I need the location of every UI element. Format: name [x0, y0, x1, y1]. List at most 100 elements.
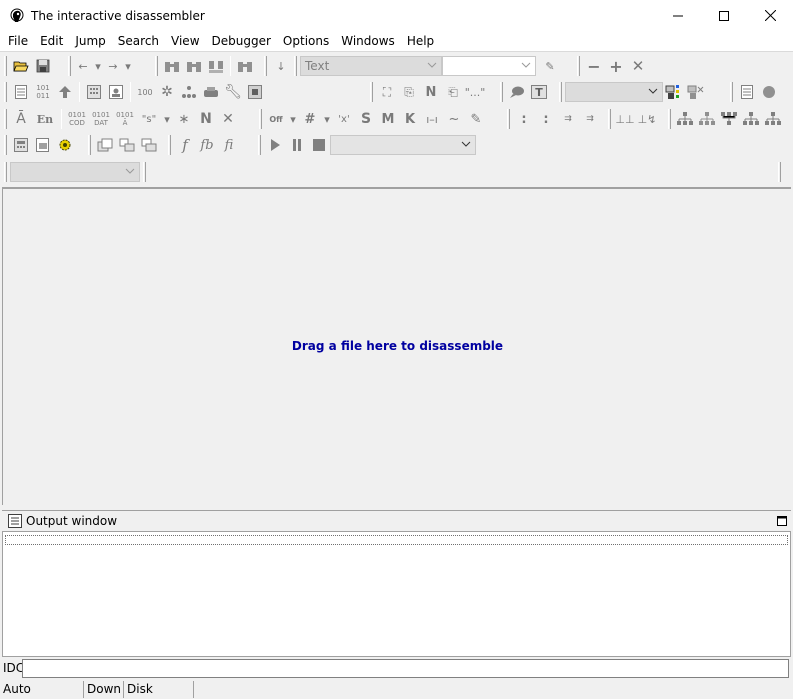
text-view-icon[interactable]	[11, 82, 31, 102]
toolbar-grip[interactable]	[4, 162, 7, 182]
offset-dropdown-icon[interactable]: ▾	[288, 109, 298, 129]
binoculars-binary-icon[interactable]	[206, 56, 226, 76]
graph-view-icon[interactable]	[55, 82, 75, 102]
save-icon[interactable]	[33, 56, 53, 76]
binoculars-text-icon[interactable]	[235, 56, 255, 76]
ungroup-icon[interactable]: ⊥↯	[637, 109, 657, 129]
collapse-array-icon[interactable]: ⇉	[580, 109, 600, 129]
hierarchy-icon[interactable]	[179, 82, 199, 102]
toolbar-grip[interactable]	[730, 82, 733, 102]
name-n-icon[interactable]: N	[196, 109, 216, 129]
number-dropdown-icon[interactable]: ▾	[322, 109, 332, 129]
toolbar-grip[interactable]	[500, 82, 503, 102]
minus-icon[interactable]: −	[584, 56, 604, 76]
string-dropdown-icon[interactable]: ▾	[162, 109, 172, 129]
disassembly-area[interactable]: Drag a file here to disassemble	[2, 187, 791, 505]
user-xrefs-icon[interactable]	[763, 109, 783, 129]
menu-file[interactable]: File	[2, 31, 34, 51]
undefine-icon[interactable]: ∗	[174, 109, 194, 129]
string-literal-icon[interactable]: "s"	[138, 109, 160, 129]
toolbar-grip[interactable]	[577, 56, 580, 76]
menu-help[interactable]: Help	[401, 31, 440, 51]
menu-options[interactable]: Options	[277, 31, 335, 51]
toolbar-resize-grip[interactable]	[143, 162, 146, 182]
address-combo[interactable]	[10, 162, 140, 182]
toolbar-grip[interactable]	[4, 135, 7, 155]
toolbar-grip[interactable]	[294, 56, 297, 76]
bar-chart-icon[interactable]: ⊥⊥	[615, 109, 635, 129]
debugger-detach-icon[interactable]	[686, 82, 706, 102]
image-icon[interactable]	[106, 82, 126, 102]
toolbar-grip[interactable]	[4, 82, 7, 102]
segment-name-combo[interactable]	[442, 56, 536, 76]
idc-command-input[interactable]	[22, 658, 789, 678]
play-icon[interactable]	[265, 135, 285, 155]
jump-down-icon[interactable]: ↓	[271, 56, 291, 76]
toolbar-grip[interactable]	[4, 109, 7, 129]
idc-label[interactable]: IDC	[0, 661, 24, 675]
menu-edit[interactable]: Edit	[34, 31, 69, 51]
toolbar-grip[interactable]	[507, 109, 510, 129]
pause-icon[interactable]	[287, 135, 307, 155]
hex-view-icon[interactable]: 101 011	[33, 82, 53, 102]
structs-icon[interactable]: ⛶	[377, 82, 397, 102]
calculator-small-icon[interactable]	[11, 135, 31, 155]
array-icon[interactable]: 0101 Ā	[114, 109, 136, 129]
cross-refs-icon[interactable]: ✲	[157, 82, 177, 102]
toolbar-grip[interactable]	[168, 135, 171, 155]
forward-dropdown-icon[interactable]: ▾	[123, 56, 133, 76]
flow-chart-icon[interactable]	[675, 109, 695, 129]
signatures-icon[interactable]: ⎗	[443, 82, 463, 102]
stack-k-icon[interactable]: K	[400, 109, 420, 129]
semicolon-colon-icon[interactable]: :	[536, 109, 556, 129]
code-icon[interactable]: 0101 COD	[66, 109, 88, 129]
toolbar-grip[interactable]	[68, 56, 71, 76]
delete-x-icon[interactable]: ✕	[628, 56, 648, 76]
percent-icon[interactable]: 100	[135, 82, 155, 102]
menu-windows[interactable]: Windows	[335, 31, 401, 51]
strings-icon[interactable]: "..."	[465, 82, 486, 102]
enums-icon[interactable]: ⎘	[399, 82, 419, 102]
segment-type-combo[interactable]: Text	[300, 56, 442, 76]
close-button[interactable]	[747, 0, 793, 31]
arrange-windows-icon[interactable]	[139, 135, 159, 155]
calculator-icon[interactable]	[84, 82, 104, 102]
char-icon[interactable]: 'x'	[334, 109, 354, 129]
toolbar-resize-grip[interactable]	[778, 162, 781, 182]
toolbar-grip[interactable]	[608, 109, 611, 129]
edit-pen-icon[interactable]: ✎	[540, 56, 560, 76]
enum-en-icon[interactable]: En	[33, 109, 57, 129]
debugger-process-icon[interactable]	[664, 82, 684, 102]
alignment-icon[interactable]: Ā	[11, 109, 31, 129]
toolbar-grip[interactable]	[370, 82, 373, 102]
stop-square-icon[interactable]	[245, 82, 265, 102]
data-icon[interactable]: 0101 DAT	[90, 109, 112, 129]
negate-icon[interactable]: ı–ı	[422, 109, 442, 129]
segment-s-icon[interactable]: S	[356, 109, 376, 129]
toolbar-grip[interactable]	[155, 56, 158, 76]
debug-target-combo[interactable]	[330, 135, 476, 155]
bitwise-not-icon[interactable]: ~	[444, 109, 464, 129]
names-icon[interactable]: N	[421, 82, 441, 102]
binoculars-next-icon[interactable]	[184, 56, 204, 76]
tools-icon[interactable]	[201, 82, 221, 102]
document-icon[interactable]	[737, 82, 757, 102]
toolbar-grip[interactable]	[264, 56, 267, 76]
menu-jump[interactable]: Jump	[69, 31, 111, 51]
stop-icon[interactable]	[309, 135, 329, 155]
binoculars-icon[interactable]	[162, 56, 182, 76]
stack-m-icon[interactable]: M	[378, 109, 398, 129]
manual-edit-icon[interactable]: ✎	[466, 109, 486, 129]
expand-array-icon[interactable]: ⇉	[558, 109, 578, 129]
script-file-icon[interactable]	[33, 135, 53, 155]
menu-debugger[interactable]: Debugger	[206, 31, 277, 51]
offset-icon[interactable]: Off	[266, 109, 286, 129]
open-folder-icon[interactable]	[11, 56, 31, 76]
toolbar-grip[interactable]	[668, 109, 671, 129]
cascade-windows-icon[interactable]	[95, 135, 115, 155]
maximize-button[interactable]	[701, 0, 747, 31]
undefine-x-icon[interactable]: ✕	[218, 109, 238, 129]
breakpoint-circle-icon[interactable]	[759, 82, 779, 102]
function-tail-icon[interactable]: fi	[219, 135, 239, 155]
plus-icon[interactable]: +	[606, 56, 626, 76]
